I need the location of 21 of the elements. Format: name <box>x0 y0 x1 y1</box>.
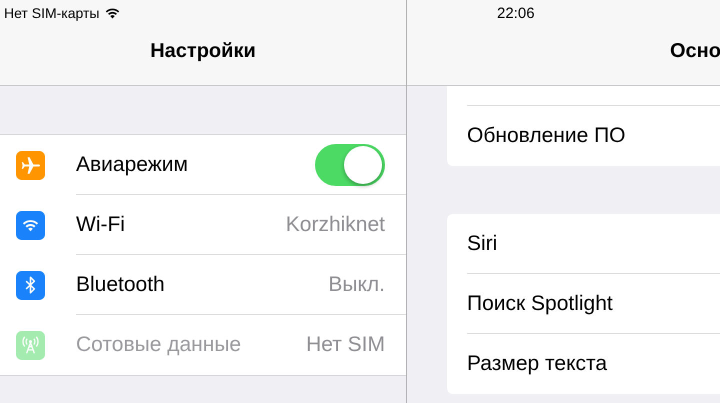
settings-row[interactable]: Обновление ПО <box>467 124 626 148</box>
settings-row[interactable]: Поиск Spotlight <box>467 292 613 316</box>
navigation-title: Осно <box>669 39 720 64</box>
wifi-signal-icon <box>105 8 120 18</box>
carrier-label: Нет SIM-карты <box>4 5 100 21</box>
row-label[interactable]: Авиарежим <box>76 152 188 176</box>
antenna-icon <box>16 330 45 360</box>
navigation-title: Настройки <box>149 39 257 64</box>
row-value: Korzhiknet <box>286 212 385 236</box>
toggle-switch[interactable] <box>315 144 385 186</box>
row-label[interactable]: Wi-Fi <box>76 212 125 236</box>
row-value: Выкл. <box>328 272 385 296</box>
airplane-icon <box>16 150 45 180</box>
bluetooth-icon <box>16 270 45 300</box>
settings-row[interactable]: Siri <box>467 232 498 256</box>
clock: 22:06 <box>497 4 535 22</box>
row-label[interactable]: Bluetooth <box>76 272 165 296</box>
row-label: Сотовые данные <box>76 333 242 357</box>
wifi-icon <box>16 210 45 240</box>
settings-row[interactable]: Размер текста <box>467 352 608 376</box>
row-value: Нет SIM <box>306 333 385 357</box>
